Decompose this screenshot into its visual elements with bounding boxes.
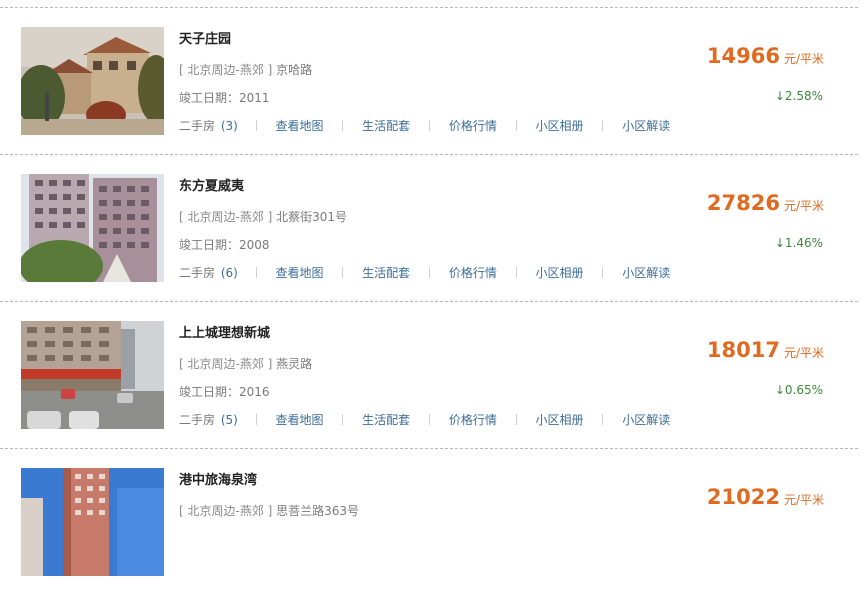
price: 18017 元/平米	[707, 338, 824, 362]
price-change: ↓2.58%	[774, 89, 823, 103]
price-unit: 元/平米	[783, 52, 824, 66]
view-map-link[interactable]: 查看地图	[276, 413, 324, 427]
divider	[602, 267, 604, 278]
price-unit: 元/平米	[783, 199, 824, 213]
listing-address: [ 北京周边-燕郊 ] 北蔡街301号	[179, 208, 347, 225]
price-value: 21022	[706, 485, 780, 509]
listing-photo[interactable]	[21, 321, 164, 429]
view-map-link[interactable]: 查看地图	[276, 119, 324, 133]
second-hand-count-link[interactable]: (3)	[221, 119, 238, 133]
listing-address: [ 北京周边-燕郊 ] 思菩兰路363号	[179, 502, 359, 519]
amenities-link[interactable]: 生活配套	[362, 119, 410, 133]
listing-photo[interactable]	[21, 27, 164, 135]
listing-list: 天子庄园 [ 北京周边-燕郊 ] 京哈路 竣工日期：2011 二手房 (3) 查…	[0, 0, 861, 595]
divider	[515, 414, 517, 425]
completion-label: 竣工日期：	[179, 238, 240, 252]
divider	[342, 267, 344, 278]
community-review-link[interactable]: 小区解读	[622, 266, 670, 280]
list-item: 东方夏威夷 [ 北京周边-燕郊 ] 北蔡街301号 竣工日期：2008 二手房 …	[0, 155, 861, 301]
divider	[515, 120, 517, 131]
listing-photo[interactable]	[21, 468, 164, 576]
listing-name[interactable]: 港中旅海泉湾	[179, 469, 257, 488]
view-map-link[interactable]: 查看地图	[276, 266, 324, 280]
divider	[429, 267, 431, 278]
street-address: 京哈路	[276, 63, 313, 77]
price-value: 18017	[706, 338, 780, 362]
second-hand-label: 二手房	[179, 119, 216, 133]
photo-album-link[interactable]: 小区相册	[536, 413, 584, 427]
district-label: [ 北京周边-燕郊 ]	[179, 63, 273, 77]
listing-name[interactable]: 上上城理想新城	[179, 322, 270, 341]
list-item: 上上城理想新城 [ 北京周边-燕郊 ] 燕灵路 竣工日期：2016 二手房 (5…	[0, 302, 861, 448]
street-address: 燕灵路	[276, 357, 313, 371]
second-hand-count-link[interactable]: (5)	[221, 413, 238, 427]
photo-album-link[interactable]: 小区相册	[536, 119, 584, 133]
second-hand-count-link[interactable]: (6)	[221, 266, 238, 280]
district-label: [ 北京周边-燕郊 ]	[179, 504, 273, 518]
listing-links: 二手房 (3) 查看地图 生活配套 价格行情 小区相册 小区解读	[179, 117, 670, 134]
community-review-link[interactable]: 小区解读	[622, 413, 670, 427]
divider	[342, 414, 344, 425]
street-address: 北蔡街301号	[276, 210, 348, 224]
completion-date: 竣工日期：2016	[179, 383, 270, 400]
completion-label: 竣工日期：	[179, 91, 240, 105]
listing-address: [ 北京周边-燕郊 ] 京哈路	[179, 61, 312, 78]
street-address: 思菩兰路363号	[276, 504, 360, 518]
price-change: ↓1.46%	[774, 236, 823, 250]
amenities-link[interactable]: 生活配套	[362, 413, 410, 427]
divider	[602, 414, 604, 425]
completion-year: 2011	[239, 91, 270, 105]
community-review-link[interactable]: 小区解读	[622, 119, 670, 133]
price-trend-link[interactable]: 价格行情	[449, 119, 497, 133]
price-value: 14966	[706, 44, 780, 68]
price-trend-link[interactable]: 价格行情	[449, 266, 497, 280]
list-item: 天子庄园 [ 北京周边-燕郊 ] 京哈路 竣工日期：2011 二手房 (3) 查…	[0, 8, 861, 154]
price-change: ↓0.65%	[774, 383, 823, 397]
completion-label: 竣工日期：	[179, 385, 240, 399]
listing-links: 二手房 (6) 查看地图 生活配套 价格行情 小区相册 小区解读	[179, 264, 670, 281]
photo-album-link[interactable]: 小区相册	[536, 266, 584, 280]
list-item: 港中旅海泉湾 [ 北京周边-燕郊 ] 思菩兰路363号 21022 元/平米	[0, 449, 861, 595]
divider	[255, 414, 257, 425]
completion-date: 竣工日期：2011	[179, 89, 270, 106]
price: 21022 元/平米	[707, 485, 824, 509]
listing-address: [ 北京周边-燕郊 ] 燕灵路	[179, 355, 312, 372]
divider	[429, 120, 431, 131]
divider	[255, 267, 257, 278]
listing-name[interactable]: 天子庄园	[179, 28, 231, 47]
second-hand-label: 二手房	[179, 413, 216, 427]
price-unit: 元/平米	[783, 346, 824, 360]
divider	[429, 414, 431, 425]
district-label: [ 北京周边-燕郊 ]	[179, 210, 273, 224]
divider	[515, 267, 517, 278]
listing-name[interactable]: 东方夏威夷	[179, 175, 244, 194]
listing-links: 二手房 (5) 查看地图 生活配套 价格行情 小区相册 小区解读	[179, 411, 670, 428]
price-value: 27826	[706, 191, 780, 215]
completion-date: 竣工日期：2008	[179, 236, 270, 253]
price: 27826 元/平米	[707, 191, 824, 215]
divider	[255, 120, 257, 131]
second-hand-label: 二手房	[179, 266, 216, 280]
divider	[602, 120, 604, 131]
listing-photo[interactable]	[21, 174, 164, 282]
price: 14966 元/平米	[707, 44, 824, 68]
district-label: [ 北京周边-燕郊 ]	[179, 357, 273, 371]
completion-year: 2016	[239, 385, 270, 399]
completion-year: 2008	[239, 238, 270, 252]
price-unit: 元/平米	[783, 493, 824, 507]
price-trend-link[interactable]: 价格行情	[449, 413, 497, 427]
divider	[342, 120, 344, 131]
amenities-link[interactable]: 生活配套	[362, 266, 410, 280]
